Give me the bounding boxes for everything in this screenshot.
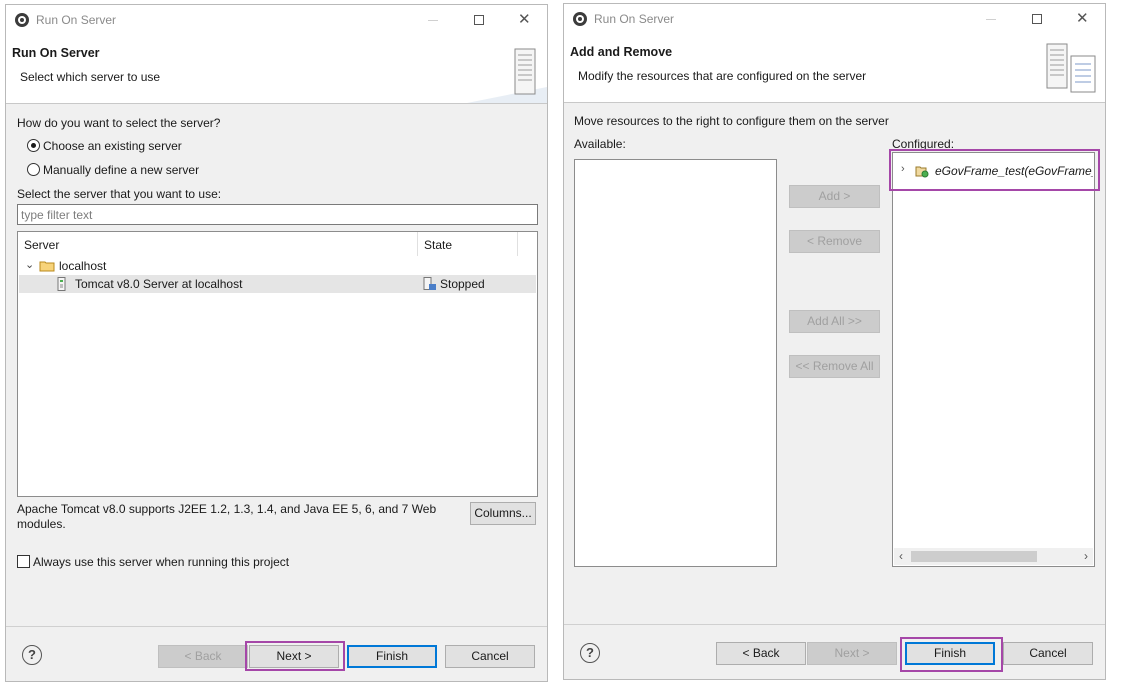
localhost-label: localhost bbox=[59, 259, 107, 273]
server-name: Tomcat v8.0 Server at localhost bbox=[75, 277, 243, 291]
wizard-banner: Run On Server Select which server to use bbox=[6, 35, 547, 104]
maximize-button[interactable] bbox=[1014, 4, 1060, 34]
server-tower-icon bbox=[467, 48, 547, 103]
app-gear-icon bbox=[573, 12, 587, 26]
tree-row-localhost[interactable]: ⌄ localhost bbox=[19, 257, 536, 275]
column-header-server[interactable]: Server bbox=[18, 232, 418, 256]
selection-question: How do you want to select the server? bbox=[17, 116, 221, 130]
radio-manual-label[interactable]: Manually define a new server bbox=[43, 163, 199, 177]
window-title: Run On Server bbox=[594, 12, 675, 26]
cancel-button[interactable]: Cancel bbox=[445, 645, 535, 668]
column-header-state[interactable]: State bbox=[418, 232, 518, 256]
next-button[interactable]: Next > bbox=[249, 645, 339, 668]
available-list[interactable] bbox=[574, 159, 777, 567]
remove-button[interactable]: < Remove bbox=[789, 230, 880, 253]
project-icon bbox=[915, 166, 929, 178]
minimize-button[interactable] bbox=[410, 5, 456, 35]
run-on-server-dialog-select: Run On Server ✕ Run On Server Select whi… bbox=[5, 4, 548, 682]
minimize-icon bbox=[986, 19, 996, 20]
available-label: Available: bbox=[574, 137, 626, 151]
horizontal-scrollbar[interactable]: ‹ › bbox=[894, 548, 1093, 565]
finish-button[interactable]: Finish bbox=[347, 645, 437, 668]
close-button[interactable]: ✕ bbox=[502, 5, 547, 35]
banner-title: Add and Remove bbox=[570, 45, 673, 59]
close-button[interactable]: ✕ bbox=[1060, 4, 1105, 34]
banner-title: Run On Server bbox=[12, 46, 100, 60]
wizard-banner: Add and Remove Modify the resources that… bbox=[564, 34, 1105, 103]
banner-description: Modify the resources that are configured… bbox=[578, 69, 867, 83]
instruction-text: Move resources to the right to configure… bbox=[574, 114, 889, 128]
cancel-button[interactable]: Cancel bbox=[1003, 642, 1093, 665]
scroll-left-icon[interactable]: ‹ bbox=[899, 549, 903, 563]
folder-icon bbox=[39, 261, 55, 272]
configured-label: Configured: bbox=[892, 137, 955, 151]
scroll-right-icon[interactable]: › bbox=[1084, 549, 1088, 563]
back-button[interactable]: < Back bbox=[158, 645, 248, 668]
server-small-icon bbox=[57, 277, 66, 291]
close-icon: ✕ bbox=[1076, 10, 1089, 27]
finish-button[interactable]: Finish bbox=[905, 642, 995, 665]
title-bar: Run On Server ✕ bbox=[6, 5, 547, 35]
select-server-label: Select the server that you want to use: bbox=[17, 187, 222, 201]
radio-manual-server[interactable] bbox=[27, 163, 40, 176]
banner-description: Select which server to use bbox=[20, 70, 161, 84]
server-list-icon bbox=[1046, 43, 1096, 93]
server-state: Stopped bbox=[440, 277, 485, 291]
window-title: Run On Server bbox=[36, 13, 117, 27]
maximize-button[interactable] bbox=[456, 5, 502, 35]
radio-existing-server[interactable] bbox=[27, 139, 40, 152]
tree-row-tomcat[interactable]: Tomcat v8.0 Server at localhost Stopped bbox=[19, 275, 536, 293]
configured-item[interactable]: › eGovFrame_test(eGovFrame_t bbox=[893, 162, 1093, 180]
back-button[interactable]: < Back bbox=[716, 642, 806, 665]
maximize-icon bbox=[474, 15, 484, 25]
server-table: Server State ⌄ localhost Tomcat v8.0 Ser… bbox=[17, 231, 538, 497]
always-use-label[interactable]: Always use this server when running this… bbox=[33, 555, 289, 569]
minimize-button[interactable] bbox=[968, 4, 1014, 34]
help-icon[interactable]: ? bbox=[22, 645, 42, 665]
chevron-right-icon[interactable]: › bbox=[901, 163, 905, 175]
filter-placeholder: type filter text bbox=[21, 208, 93, 222]
stopped-state-icon bbox=[423, 277, 436, 290]
chevron-down-icon[interactable]: ⌄ bbox=[25, 258, 34, 271]
configured-list[interactable]: › eGovFrame_test(eGovFrame_t ‹ › bbox=[892, 152, 1095, 567]
close-icon: ✕ bbox=[518, 11, 531, 28]
scrollbar-thumb[interactable] bbox=[911, 551, 1037, 562]
help-icon[interactable]: ? bbox=[580, 643, 600, 663]
title-bar: Run On Server ✕ bbox=[564, 4, 1105, 34]
remove-all-button[interactable]: << Remove All bbox=[789, 355, 880, 378]
radio-existing-label[interactable]: Choose an existing server bbox=[43, 139, 182, 153]
minimize-icon bbox=[428, 20, 438, 21]
app-gear-icon bbox=[15, 13, 29, 27]
server-description: Apache Tomcat v8.0 supports J2EE 1.2, 1.… bbox=[17, 502, 437, 531]
always-use-checkbox[interactable] bbox=[17, 555, 30, 568]
next-button[interactable]: Next > bbox=[807, 642, 897, 665]
configured-item-label: eGovFrame_test(eGovFrame_t bbox=[935, 164, 1093, 178]
add-button[interactable]: Add > bbox=[789, 185, 880, 208]
maximize-icon bbox=[1032, 14, 1042, 24]
filter-input[interactable]: type filter text bbox=[17, 204, 538, 225]
run-on-server-dialog-add-remove: Run On Server ✕ Add and Remove Modify th… bbox=[563, 3, 1106, 680]
columns-button[interactable]: Columns... bbox=[470, 502, 536, 525]
add-all-button[interactable]: Add All >> bbox=[789, 310, 880, 333]
